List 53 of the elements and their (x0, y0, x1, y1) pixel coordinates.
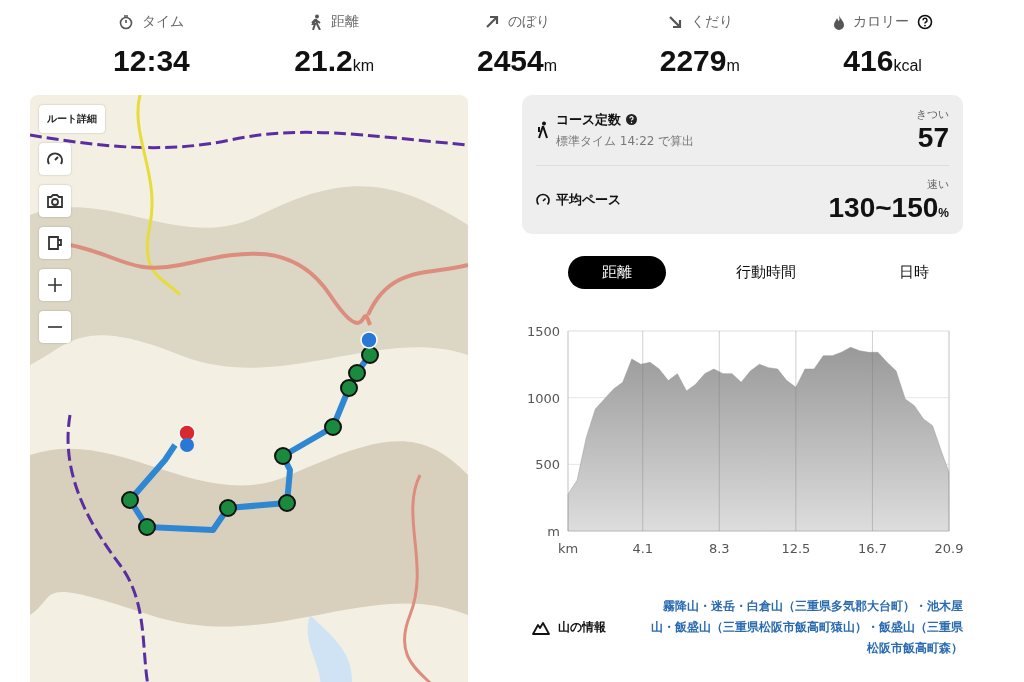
course-constant-title: コース定数 (556, 110, 621, 129)
mountain-info-label: 山の情報 (558, 619, 606, 636)
stat-value: 2454 (476, 44, 544, 78)
tab[interactable]: 距離 (568, 256, 666, 289)
gauge-icon[interactable] (39, 143, 71, 175)
camera-icon[interactable] (39, 185, 71, 217)
stopwatch-icon (118, 14, 135, 30)
standard-time-note: 標準タイム 14:22 で算出 (556, 132, 695, 150)
x-axis-label: 20.9 (934, 541, 963, 556)
help-icon[interactable] (916, 14, 933, 30)
stat-value: 12:34 (113, 44, 190, 78)
mountain-list[interactable]: 霧降山・迷岳・白倉山（三重県多気郡大台町）・池木屋山・飯盛山（三重県松阪市飯高町猿山）・飯盛山（三重県松阪市飯高町森） (647, 596, 963, 659)
help-icon[interactable] (626, 114, 637, 125)
stat-label: くだり (690, 13, 733, 31)
x-axis-label: km (557, 541, 579, 556)
course-constant-value: 57 (917, 121, 949, 154)
average-pace-title: 平均ペース (556, 191, 621, 209)
stat-label: カロリー (852, 13, 909, 31)
x-axis-label: 16.7 (857, 541, 887, 556)
stat-value: 21.2 (294, 44, 353, 78)
arrow-down-right-icon (666, 14, 683, 30)
stat-unit: m (543, 57, 558, 75)
gauge-icon (536, 193, 550, 207)
pace-value: 130~150 (828, 191, 939, 223)
stat-unit: km (352, 57, 375, 75)
tab[interactable]: 日時 (865, 256, 963, 289)
stat-label: のぼり (508, 13, 550, 31)
x-axis-label: 4.1 (632, 541, 654, 556)
pace-unit: % (938, 205, 949, 220)
stat-label: タイム (142, 13, 185, 31)
x-axis-label: 8.3 (708, 541, 730, 556)
y-axis-label: 500 (535, 457, 560, 473)
y-axis-label: 1500 (526, 324, 560, 339)
stat-value: 2279 (659, 44, 727, 78)
arrow-up-right-icon (484, 14, 500, 30)
route-details-button[interactable]: ルート詳細 (39, 105, 105, 133)
mountain-icon (532, 620, 550, 635)
stat-unit: kcal (893, 57, 922, 75)
tab[interactable]: 行動時間 (716, 256, 815, 289)
difficulty-rating: きつい (916, 106, 949, 122)
zoom-in-icon[interactable] (39, 269, 71, 301)
hiker-icon (536, 121, 550, 139)
pace-rating: 速い (927, 176, 949, 192)
walker-icon (309, 14, 324, 30)
x-axis-label: 12.5 (781, 541, 811, 556)
stat-unit: m (726, 57, 740, 75)
mug-icon[interactable] (39, 227, 71, 259)
stat-value: 416 (843, 44, 894, 78)
stat-label: 距離 (331, 13, 360, 31)
y-axis-label: m (547, 524, 560, 539)
y-axis-label: 1000 (526, 390, 560, 406)
zoom-out-icon[interactable] (39, 311, 71, 343)
flame-icon (832, 14, 845, 30)
